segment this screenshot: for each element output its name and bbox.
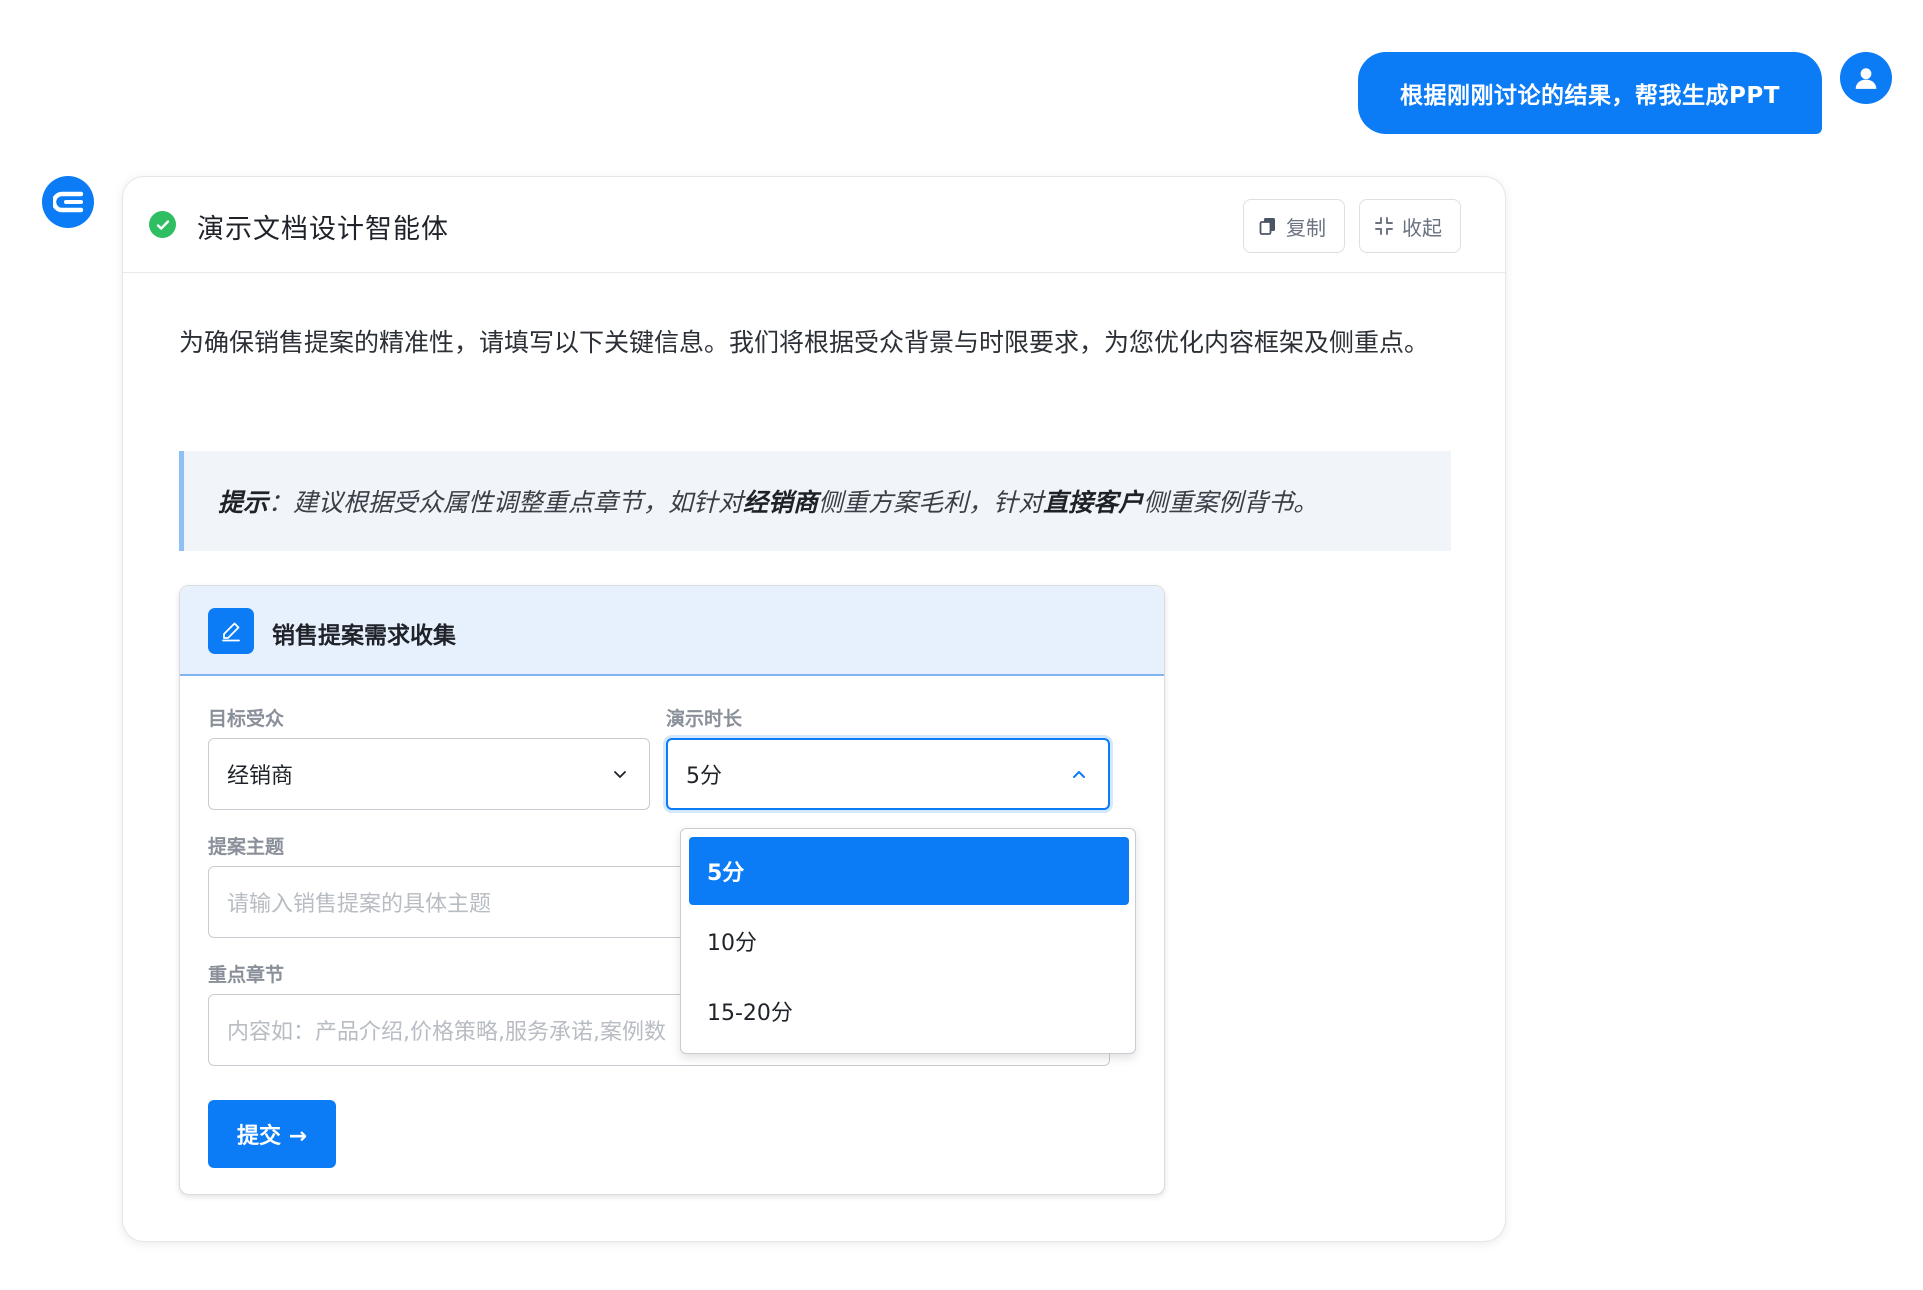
collapse-button[interactable]: 收起: [1359, 199, 1461, 253]
hint-text-3: 侧重案例背书。: [1143, 488, 1319, 517]
hint-label: 提示: [218, 488, 269, 517]
topic-label: 提案主题: [208, 836, 285, 858]
chevron-up-icon: [1073, 771, 1085, 778]
duration-option-10[interactable]: 10分: [689, 907, 1129, 975]
copy-icon: [1259, 218, 1275, 235]
copy-button[interactable]: 复制: [1243, 199, 1345, 253]
chapters-placeholder: 内容如：产品介绍,价格策略,服务承诺,案例数: [227, 1020, 666, 1045]
intro-text: 为确保销售提案的精准性，请填写以下关键信息。我们将根据受众背景与时限要求，为您优…: [179, 328, 1430, 357]
copy-label: 复制: [1286, 215, 1326, 240]
agent-title: 演示文档设计智能体: [197, 214, 449, 245]
hint-bold-direct-client: 直接客户: [1043, 488, 1144, 517]
agent-response-card: 演示文档设计智能体 复制 收起 为确保销售提案的精准性，请填写以下关键信息。我们…: [122, 176, 1506, 1242]
audience-value: 经销商: [227, 764, 294, 789]
agent-avatar: [42, 176, 94, 228]
check-circle-icon: [149, 211, 176, 238]
duration-option-15-20[interactable]: 15-20分: [689, 977, 1129, 1045]
collapse-label: 收起: [1402, 215, 1442, 240]
user-message-bubble: 根据刚刚讨论的结果，帮我生成PPT: [1358, 52, 1822, 134]
duration-dropdown: 5分 10分 15-20分: [680, 828, 1136, 1054]
chevron-down-icon: [614, 771, 626, 778]
topic-placeholder: 请输入销售提案的具体主题: [227, 892, 492, 917]
user-message-text: 根据刚刚讨论的结果，帮我生成PPT: [1400, 83, 1780, 109]
hint-bold-dealer: 经销商: [743, 488, 819, 517]
duration-label: 演示时长: [666, 708, 743, 730]
duration-value: 5分: [686, 764, 722, 789]
audience-select[interactable]: 经销商: [208, 738, 650, 810]
hint-text-1: 建议根据受众属性调整重点章节，如针对: [293, 488, 744, 517]
edit-pencil-icon: [208, 608, 254, 654]
hint-text-2: 侧重方案毛利，针对: [818, 488, 1044, 517]
hint-callout: 提示：建议根据受众属性调整重点章节，如针对经销商侧重方案毛利，针对直接客户侧重案…: [179, 451, 1451, 551]
chapters-label: 重点章节: [208, 964, 285, 986]
collapse-icon: [1375, 217, 1393, 235]
duration-option-5[interactable]: 5分: [689, 837, 1129, 905]
hint-separator: ：: [268, 488, 294, 517]
submit-button[interactable]: 提交 →: [208, 1100, 336, 1168]
audience-label: 目标受众: [208, 708, 285, 730]
agent-logo-icon: [53, 191, 83, 213]
agent-card-header: 演示文档设计智能体 复制 收起: [123, 177, 1505, 273]
duration-select[interactable]: 5分: [666, 738, 1110, 810]
user-icon: [1855, 68, 1877, 89]
submit-label: 提交 →: [236, 1124, 308, 1149]
user-avatar[interactable]: [1840, 52, 1892, 104]
form-header: 销售提案需求收集: [180, 586, 1164, 676]
form-title: 销售提案需求收集: [272, 623, 456, 649]
